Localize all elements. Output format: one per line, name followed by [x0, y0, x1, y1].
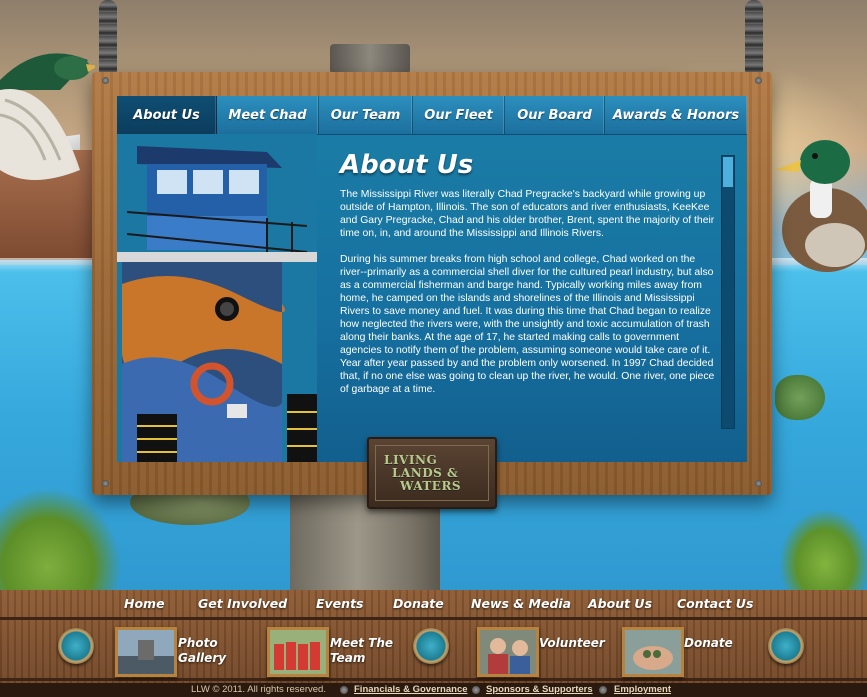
tab-about-us[interactable]: About Us — [117, 96, 217, 134]
logo-line-waters: WATERS — [400, 478, 462, 493]
quick-link-photo-gallery[interactable]: Photo Gallery — [178, 636, 226, 666]
quick-link-meet-the-team[interactable]: Meet The Team — [330, 636, 393, 666]
quick-link-label: Donate — [684, 636, 733, 650]
footer: LLW © 2011. All rights reserved. Financi… — [0, 683, 867, 697]
quick-link-label: Photo — [178, 636, 218, 650]
footer-nav-donate[interactable]: Donate — [393, 596, 444, 611]
footer-link-financials[interactable]: Financials & Governance — [354, 684, 468, 695]
porthole-icon — [58, 628, 94, 664]
logo-line-lands: LANDS & — [392, 465, 459, 480]
tab-meet-chad[interactable]: Meet Chad — [217, 96, 319, 134]
volunteer-thumbnail[interactable] — [477, 627, 539, 677]
quick-link-label: Gallery — [178, 651, 227, 665]
plank-divider — [0, 617, 867, 620]
bullet-icon — [472, 686, 480, 694]
bolt-icon — [102, 77, 109, 84]
fish-right — [775, 375, 825, 420]
towboat-photo — [117, 134, 317, 462]
footer-link-employment[interactable]: Employment — [614, 684, 671, 695]
scrollbar-thumb[interactable] — [723, 157, 733, 187]
footer-link-wrapper: Financials & Governance — [354, 684, 468, 695]
about-content: About Us The Mississippi River was liter… — [340, 150, 720, 409]
meet-the-team-thumbnail[interactable] — [267, 627, 329, 677]
quick-link-donate[interactable]: Donate — [684, 636, 733, 651]
paragraph-intro: The Mississippi River was literally Chad… — [340, 189, 715, 239]
logo-plate: LIVING LANDS & WATERS — [375, 445, 489, 501]
paragraph-story: During his summer breaks from high schoo… — [340, 254, 715, 395]
quick-link-label: Meet The — [330, 636, 393, 650]
tab-our-fleet[interactable]: Our Fleet — [413, 96, 505, 134]
photo-gallery-thumbnail[interactable] — [115, 627, 177, 677]
chain-left — [99, 0, 117, 78]
bolt-icon — [102, 480, 109, 487]
footer-link-wrapper: Sponsors & Supporters — [486, 684, 593, 695]
seaweed-right — [780, 510, 867, 600]
footer-nav-news-media[interactable]: News & Media — [471, 596, 571, 611]
living-lands-waters-logo[interactable]: LIVING LANDS & WATERS — [367, 437, 497, 509]
bolt-icon — [755, 77, 762, 84]
donate-thumbnail[interactable] — [622, 627, 684, 677]
chain-right — [745, 0, 763, 78]
bolt-icon — [755, 480, 762, 487]
footer-link-wrapper: Employment — [614, 684, 671, 695]
duck-left-image — [0, 53, 95, 180]
page-title: About Us — [340, 150, 474, 180]
footer-nav-home[interactable]: Home — [124, 596, 165, 611]
quick-link-label: Team — [330, 651, 366, 665]
footer-nav-about-us[interactable]: About Us — [588, 596, 652, 611]
bullet-icon — [340, 686, 348, 694]
logo-line-living: LIVING — [384, 452, 438, 467]
footer-nav-events[interactable]: Events — [316, 596, 363, 611]
top-nav: About Us Meet Chad Our Team Our Fleet Ou… — [117, 96, 747, 135]
quick-link-label: Volunteer — [539, 636, 605, 650]
tab-awards-honors[interactable]: Awards & Honors — [605, 96, 747, 134]
porthole-icon — [413, 628, 449, 664]
tab-our-board[interactable]: Our Board — [505, 96, 605, 134]
plank-divider — [0, 678, 867, 681]
piling-top — [330, 44, 410, 74]
footer-nav-contact-us[interactable]: Contact Us — [677, 596, 753, 611]
footer-nav-get-involved[interactable]: Get Involved — [198, 596, 287, 611]
copyright-text: LLW © 2011. All rights reserved. — [191, 684, 326, 695]
content-scrollbar[interactable] — [721, 155, 735, 429]
seaweed-left — [0, 490, 120, 600]
bullet-icon — [599, 686, 607, 694]
quick-link-volunteer[interactable]: Volunteer — [539, 636, 605, 651]
tab-our-team[interactable]: Our Team — [319, 96, 413, 134]
porthole-icon — [768, 628, 804, 664]
footer-link-sponsors[interactable]: Sponsors & Supporters — [486, 684, 593, 695]
duck-right-image — [775, 140, 867, 272]
